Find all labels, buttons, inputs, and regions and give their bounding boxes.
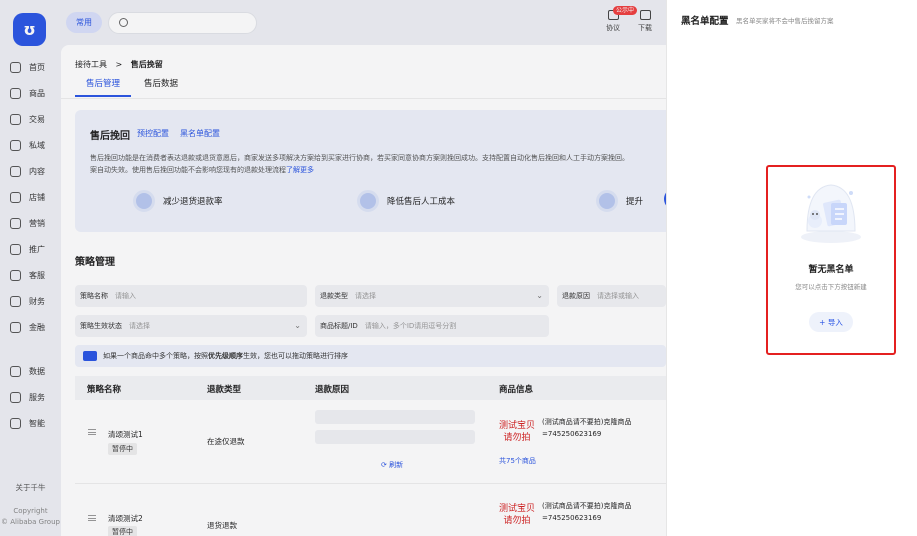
blacklist-drawer: 黑名单配置 黑名单买家将不会中售后挽留方案 暂无黑名单 您可以点击下方按钮新建 … <box>666 0 917 536</box>
empty-title: 暂无黑名单 <box>808 265 854 275</box>
drawer-title: 黑名单配置 <box>681 16 729 27</box>
empty-description: 您可以点击下方按钮新建 <box>795 283 867 291</box>
import-button[interactable]: + 导入 <box>809 312 853 332</box>
empty-state-highlight: 暂无黑名单 您可以点击下方按钮新建 + 导入 <box>766 165 896 355</box>
empty-box-icon <box>801 184 861 243</box>
modal-mask[interactable] <box>0 0 666 536</box>
drawer-subtitle: 黑名单买家将不会中售后挽留方案 <box>736 17 834 25</box>
